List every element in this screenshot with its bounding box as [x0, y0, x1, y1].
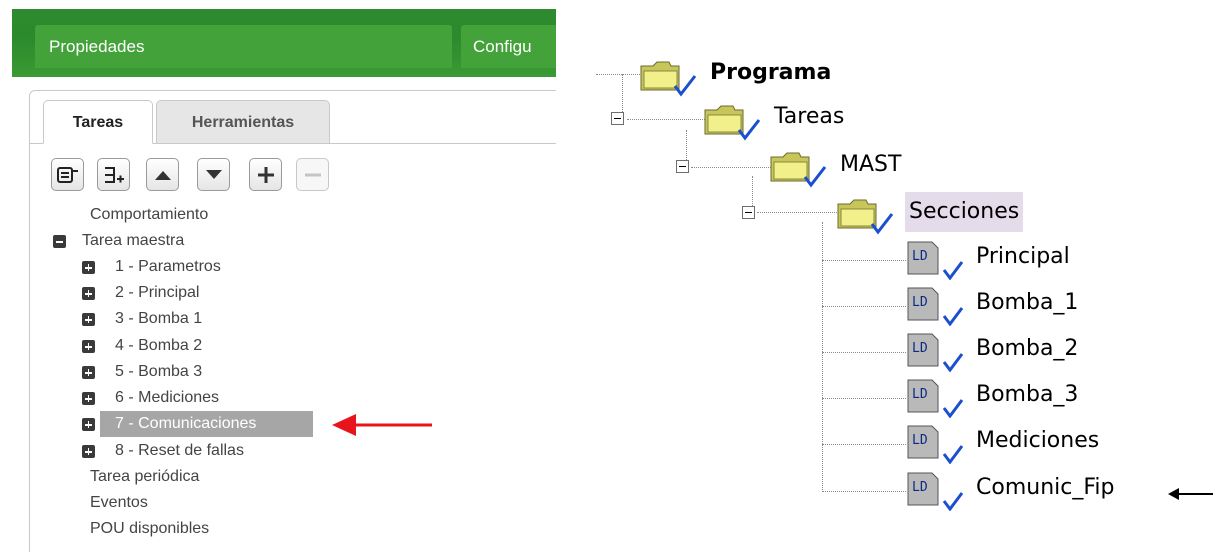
tree-item-section[interactable]: 8 - Reset de fallas: [115, 438, 244, 464]
expand-icon[interactable]: [82, 392, 95, 405]
collapse-icon[interactable]: [53, 235, 66, 248]
plus-icon: [257, 166, 274, 183]
move-up-button[interactable]: [146, 158, 179, 191]
tree-item-section[interactable]: 4 - Bomba 2: [115, 333, 202, 359]
tree-connector: [822, 444, 906, 445]
tree-connector: [691, 167, 771, 168]
ld-section-icon: LD: [906, 240, 964, 280]
ld-section-icon: LD: [906, 332, 964, 372]
ld-section-icon: LD: [906, 286, 964, 326]
tree-item-eventos[interactable]: Eventos: [90, 490, 148, 516]
properties-panel: Propiedades Configu Tareas Herramientas: [0, 0, 556, 552]
tree-item-section[interactable]: 2 - Principal: [115, 280, 199, 306]
tree-connector: [627, 119, 707, 120]
folder-icon: [704, 105, 761, 141]
collapse-all-icon: [56, 166, 78, 183]
tree-connector: [752, 176, 753, 208]
ld-section-icon: LD: [906, 424, 964, 464]
black-arrow-icon: [1168, 488, 1213, 500]
remove-button[interactable]: [296, 158, 329, 191]
collapse-icon[interactable]: [611, 112, 624, 125]
tree-connector: [822, 222, 823, 492]
tree-node-programa[interactable]: Programa: [710, 60, 831, 85]
tab-configuracion[interactable]: Configu: [461, 25, 556, 68]
tree-node-section[interactable]: Comunic_Fip: [976, 475, 1114, 500]
tree-connector: [822, 491, 906, 492]
move-down-button[interactable]: [197, 158, 230, 191]
arrow-up-icon: [154, 170, 171, 180]
tree-item-section-selected[interactable]: 7 - Comunicaciones: [115, 411, 256, 437]
tree-item-pou[interactable]: POU disponibles: [90, 516, 209, 542]
tree-item-tarea-maestra[interactable]: Tarea maestra: [82, 228, 184, 254]
tree-item-section[interactable]: 3 - Bomba 1: [115, 306, 202, 332]
collapse-icon[interactable]: [676, 160, 689, 173]
red-arrow-icon: [332, 414, 432, 436]
expand-icon[interactable]: [82, 313, 95, 326]
tab-herramientas[interactable]: Herramientas: [156, 100, 330, 144]
tree-node-section[interactable]: Bomba_3: [976, 382, 1078, 407]
tree-connector: [822, 260, 906, 261]
tab-propiedades[interactable]: Propiedades: [35, 25, 452, 68]
tree-item-section[interactable]: 1 - Parametros: [115, 254, 221, 280]
tree-node-secciones[interactable]: Secciones: [905, 192, 1024, 232]
minus-icon: [304, 173, 321, 176]
collapse-icon[interactable]: [742, 206, 755, 219]
folder-icon: [770, 152, 827, 188]
collapse-all-button[interactable]: [51, 158, 84, 191]
tree-connector: [686, 130, 687, 162]
tree-node-tareas[interactable]: Tareas: [774, 104, 844, 129]
expand-icon[interactable]: [82, 340, 95, 353]
expand-all-button[interactable]: [97, 158, 130, 191]
tab-tareas[interactable]: Tareas: [43, 100, 153, 144]
expand-icon[interactable]: [82, 366, 95, 379]
arrow-down-icon: [205, 169, 222, 179]
tree-node-section[interactable]: Bomba_2: [976, 336, 1078, 361]
tree-node-mast[interactable]: MAST: [840, 152, 901, 177]
folder-icon: [640, 61, 697, 97]
add-button[interactable]: [249, 158, 282, 191]
tree-connector: [822, 306, 906, 307]
tree-node-section[interactable]: Bomba_1: [976, 290, 1078, 315]
expand-icon[interactable]: [82, 418, 95, 431]
tree-connector: [822, 398, 906, 399]
folder-icon: [837, 199, 894, 235]
tree-item-section[interactable]: 6 - Mediciones: [115, 385, 219, 411]
expand-all-icon: [104, 166, 124, 183]
tree-item-section[interactable]: 5 - Bomba 3: [115, 359, 202, 385]
tree-connector: [822, 352, 906, 353]
tree-node-section[interactable]: Principal: [976, 244, 1070, 269]
ld-section-icon: LD: [906, 471, 964, 511]
expand-icon[interactable]: [82, 261, 95, 274]
tree-connector: [757, 212, 837, 213]
expand-icon[interactable]: [82, 287, 95, 300]
ld-section-icon: LD: [906, 378, 964, 418]
tree-connector: [596, 74, 640, 75]
tree-node-section[interactable]: Mediciones: [976, 428, 1099, 453]
tree-item-tarea-periodica[interactable]: Tarea periódica: [90, 464, 199, 490]
tree-item-comportamiento[interactable]: Comportamiento: [90, 202, 208, 228]
expand-icon[interactable]: [82, 445, 95, 458]
